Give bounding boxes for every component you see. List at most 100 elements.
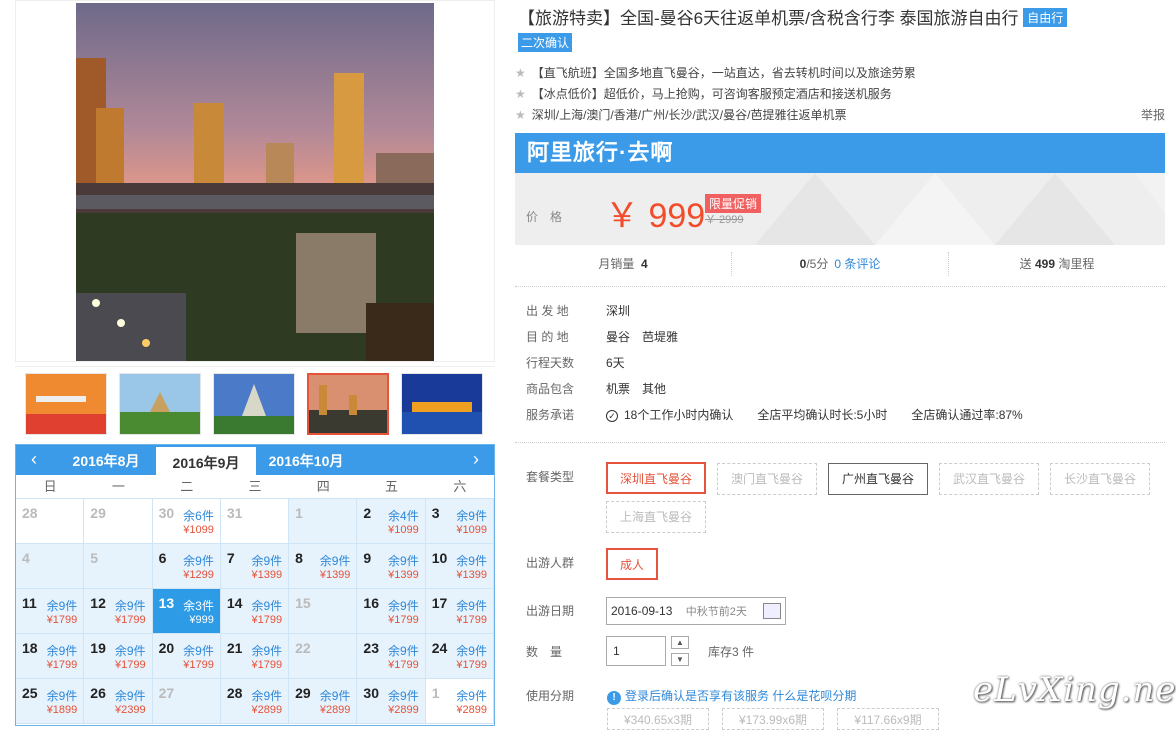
price-calendar: ‹ 2016年8月 2016年9月 2016年10月 › 日 一 二 三 四 五…	[15, 444, 495, 726]
calendar-day[interactable]: 16 余9件 ¥1799	[357, 589, 426, 634]
calendar-day[interactable]: 20 余9件 ¥1799	[152, 634, 221, 679]
quantity-increase-icon[interactable]: ▲	[671, 636, 689, 649]
calendar-day[interactable]: 30 余6件 ¥1099	[152, 499, 221, 544]
tab-month-sep[interactable]: 2016年9月	[156, 445, 256, 475]
calendar-day[interactable]: 17 余9件 ¥1799	[425, 589, 494, 634]
thumbnail-1[interactable]	[25, 373, 107, 435]
travel-date-field[interactable]: 2016-09-13 中秋节前2天	[606, 597, 786, 625]
day-number: 29	[90, 505, 106, 521]
stock-left: 余9件	[46, 599, 78, 613]
day-price: ¥999	[189, 614, 214, 626]
calendar-day[interactable]: 21 余9件 ¥1799	[220, 634, 290, 679]
installment-plan-3[interactable]: ¥340.65x3期	[607, 708, 709, 730]
calendar-day[interactable]: 9 余9件 ¥1399	[357, 544, 426, 589]
calendar-day[interactable]: 25 余9件 ¥1899	[16, 679, 85, 724]
day-number: 14	[226, 595, 243, 611]
quantity-decrease-icon[interactable]: ▼	[671, 653, 689, 666]
day-price: ¥1799	[388, 659, 419, 671]
day-number: 24	[431, 640, 448, 656]
thumbnail-3[interactable]	[213, 373, 295, 435]
thumbnail-2[interactable]	[119, 373, 201, 435]
calendar-day[interactable]: 14 余9件 ¥1799	[220, 589, 290, 634]
product-title: 【旅游特卖】全国-曼谷6天往返单机票/含税含行李 泰国旅游自由行 自由行	[518, 4, 1068, 29]
calendar-icon[interactable]	[763, 603, 781, 619]
stock-left: 余9件	[46, 689, 78, 703]
reviews-link[interactable]: 0 条评论	[834, 257, 880, 271]
stock-left: 余3件	[183, 599, 214, 613]
stock-left: 余9件	[456, 554, 487, 568]
calendar-day[interactable]: 8 余9件 ¥1399	[289, 544, 358, 589]
installment-note: 登录后确认是否享有该服务	[625, 689, 770, 703]
calendar-day[interactable]: 12 余9件 ¥1799	[84, 589, 153, 634]
day-number: 28	[226, 685, 243, 701]
detail-label: 行程天数	[526, 356, 575, 370]
day-price: ¥1099	[183, 524, 214, 536]
divider	[515, 286, 1165, 287]
package-option-wuhan[interactable]: 武汉直飞曼谷	[939, 463, 1039, 495]
package-option-macau[interactable]: 澳门直飞曼谷	[717, 463, 817, 495]
detail-value: ✓ 18个工作小时内确认 全店平均确认时长:5小时 全店确认通过率:87%	[606, 406, 1023, 423]
day-number: 6	[158, 550, 167, 566]
tab-month-oct[interactable]: 2016年10月	[256, 445, 356, 475]
calendar-month-tabs: ‹ 2016年8月 2016年9月 2016年10月 ›	[16, 445, 494, 475]
stock-left: 余4件	[388, 509, 419, 523]
day-number: 2	[363, 505, 372, 521]
calendar-day[interactable]: 24 余9件 ¥1799	[425, 634, 494, 679]
stock-left: 余9件	[114, 689, 146, 703]
day-price: ¥1399	[251, 569, 283, 581]
calendar-day[interactable]: 26 余9件 ¥2399	[84, 679, 153, 724]
calendar-day[interactable]: 6 余9件 ¥1299	[152, 544, 221, 589]
calendar-day[interactable]: 19 余9件 ¥1799	[84, 634, 153, 679]
prev-month-icon[interactable]: ‹	[24, 449, 44, 470]
calendar-day[interactable]: 3 余9件 ¥1099	[425, 499, 494, 544]
stock-text: 库存3 件	[708, 645, 755, 659]
stock-left: 余9件	[251, 554, 283, 568]
day-number: 18	[22, 640, 38, 656]
detail-service: 服务承诺 ✓ 18个工作小时内确认 全店平均确认时长:5小时 全店确认通过率:87%	[526, 406, 1023, 423]
day-price: ¥1799	[388, 614, 419, 626]
installment-help-link[interactable]: 什么是花呗分期	[772, 689, 856, 703]
package-option-shanghai[interactable]: 上海直飞曼谷	[606, 501, 706, 533]
weekday-thu: 四	[316, 479, 330, 494]
stock-left: 余9件	[388, 689, 419, 703]
calendar-day[interactable]: 13 余3件 ¥999	[152, 589, 221, 634]
calendar-day[interactable]: 7 余9件 ¥1399	[220, 544, 290, 589]
day-number: 19	[90, 640, 106, 656]
calendar-day[interactable]: 30 余9件 ¥2899	[357, 679, 426, 724]
main-product-image[interactable]	[15, 0, 495, 362]
detail-duration: 行程天数 6天	[526, 354, 625, 371]
calendar-day[interactable]: 11 余9件 ¥1799	[16, 589, 85, 634]
package-option-shenzhen[interactable]: 深圳直飞曼谷	[606, 462, 706, 494]
calendar-day[interactable]: 10 余9件 ¥1399	[425, 544, 494, 589]
stock-left: 余9件	[183, 644, 214, 658]
day-price: ¥1099	[388, 524, 419, 536]
installment-plan-6[interactable]: ¥173.99x6期	[722, 708, 824, 730]
calendar-day[interactable]: 29 余9件 ¥2899	[289, 679, 358, 724]
gallery-panel: ‹ 2016年8月 2016年9月 2016年10月 › 日 一 二 三 四 五…	[15, 0, 495, 726]
calendar-day[interactable]: 23 余9件 ¥1799	[357, 634, 426, 679]
day-number: 5	[90, 550, 99, 566]
calendar-day[interactable]: 2 余4件 ¥1099	[357, 499, 426, 544]
day-number: 12	[90, 595, 106, 611]
calendar-day[interactable]: 1 余9件 ¥2899	[425, 679, 494, 724]
traveler-option-adult[interactable]: 成人	[606, 548, 658, 580]
thumbnail-4-selected[interactable]	[307, 373, 389, 435]
price-banner: 阿里旅行·去啊 价格 ￥ 999 限量促销 ￥ 2999	[515, 133, 1165, 245]
day-number: 8	[295, 550, 303, 566]
detail-value: 深圳	[606, 304, 631, 318]
rating-suffix: /5分	[806, 257, 829, 271]
calendar-day[interactable]: 18 余9件 ¥1799	[16, 634, 85, 679]
weekday-sun: 日	[43, 479, 57, 494]
tab-month-aug[interactable]: 2016年8月	[56, 445, 156, 475]
day-price: ¥1799	[46, 659, 78, 671]
calendar-day[interactable]: 28 余9件 ¥2899	[220, 679, 290, 724]
quantity-input[interactable]: 1	[606, 636, 666, 666]
installment-plan-9[interactable]: ¥117.66x9期	[837, 708, 939, 730]
report-link[interactable]: 举报	[1141, 106, 1165, 123]
thumbnail-5[interactable]	[401, 373, 483, 435]
next-month-icon[interactable]: ›	[466, 449, 486, 470]
package-option-changsha[interactable]: 长沙直飞曼谷	[1050, 463, 1150, 495]
package-option-guangzhou[interactable]: 广州直飞曼谷	[828, 463, 928, 495]
stock-left: 余9件	[251, 689, 283, 703]
stock-left: 余9件	[456, 599, 487, 613]
